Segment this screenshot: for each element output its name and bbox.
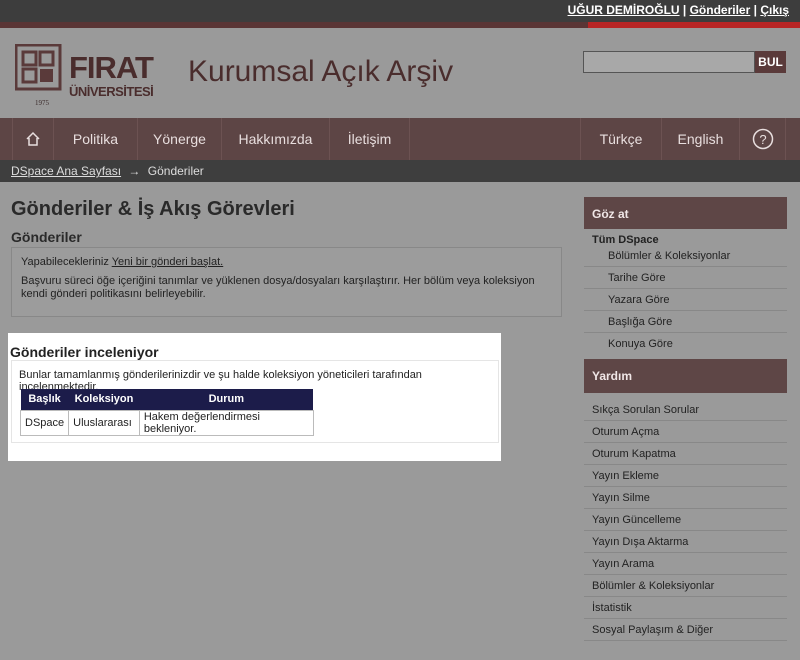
university-logo[interactable]: 1975 FIRAT ÜNİVERSİTESİ <box>14 43 165 107</box>
logout-link[interactable]: Çıkış <box>760 3 789 17</box>
nav-home[interactable] <box>12 118 54 160</box>
table-header-row: Başlık Koleksiyon Durum <box>20 389 314 410</box>
all-dspace-label: Tüm DSpace <box>592 234 659 246</box>
table-row[interactable]: DSpace Uluslararası Hakem değerlendirmes… <box>19 409 314 436</box>
search-input[interactable] <box>583 51 755 73</box>
submissions-link[interactable]: Gönderiler <box>690 3 751 17</box>
svg-text:FIRAT: FIRAT <box>69 50 154 85</box>
column-header-collection: Koleksiyon <box>68 389 140 410</box>
nav-item-iletisim[interactable]: İletişim <box>330 118 410 160</box>
browse-item-author[interactable]: Yazara Göre <box>584 289 787 311</box>
breadcrumb-current: Gönderiler <box>147 164 204 178</box>
svg-text:1975: 1975 <box>35 99 50 106</box>
help-item-add[interactable]: Yayın Ekleme <box>584 465 787 487</box>
browse-heading: Göz at <box>584 197 787 229</box>
separator: | <box>679 3 690 17</box>
cell-status: Hakem değerlendirmesi bekleniyor. <box>138 409 314 436</box>
nav-item-hakkimizda[interactable]: Hakkımızda <box>222 118 330 160</box>
browse-item-date[interactable]: Tarihe Göre <box>584 267 787 289</box>
browse-item-subject[interactable]: Konuya Göre <box>584 333 787 355</box>
help-icon: ? <box>752 128 773 150</box>
user-name-link[interactable]: UĞUR DEMİROĞLU <box>568 3 680 17</box>
review-table: Başlık Koleksiyon Durum DSpace Uluslarar… <box>19 389 314 436</box>
breadcrumb-home-link[interactable]: DSpace Ana Sayfası <box>11 164 121 178</box>
column-header-title: Başlık <box>20 389 69 410</box>
help-item-social[interactable]: Sosyal Paylaşım & Diğer <box>584 619 787 641</box>
submissions-box: Yapabilecekleriniz Yeni bir gönderi başl… <box>11 247 562 317</box>
help-item-faq[interactable]: Sıkça Sorulan Sorular <box>584 399 787 421</box>
separator: | <box>750 3 761 17</box>
help-item-update[interactable]: Yayın Güncelleme <box>584 509 787 531</box>
logo-mark-icon: 1975 FIRAT ÜNİVERSİTESİ <box>14 43 155 107</box>
cell-title[interactable]: DSpace <box>19 409 70 436</box>
help-item-communities[interactable]: Bölümler & Koleksiyonlar <box>584 575 787 597</box>
help-heading: Yardım <box>584 359 787 393</box>
lang-english[interactable]: English <box>662 118 740 160</box>
options-line: Yapabilecekleriniz Yeni bir gönderi başl… <box>21 256 552 269</box>
breadcrumb: DSpace Ana Sayfası → Gönderiler <box>0 160 800 182</box>
review-heading: Gönderiler inceleniyor <box>10 344 159 360</box>
svg-text:?: ? <box>759 132 766 147</box>
sidebar: Göz at Tüm DSpace Bölümler & Koleksiyonl… <box>584 197 787 649</box>
browse-item-title[interactable]: Başlığa Göre <box>584 311 787 333</box>
user-links: UĞUR DEMİROĞLU | Gönderiler | Çıkış <box>568 3 789 17</box>
column-header-status: Durum <box>139 389 314 410</box>
nav-item-yonerge[interactable]: Yönerge <box>138 118 222 160</box>
site-title: Kurumsal Açık Arşiv <box>188 55 454 88</box>
submission-description: Başvuru süreci öğe içeriğini tanımlar ve… <box>21 275 535 300</box>
help-item-login[interactable]: Oturum Açma <box>584 421 787 443</box>
help-item-delete[interactable]: Yayın Silme <box>584 487 787 509</box>
new-submission-link[interactable]: Yeni bir gönderi başlat. <box>112 256 224 268</box>
help-item-statistics[interactable]: İstatistik <box>584 597 787 619</box>
search-button[interactable]: BUL <box>755 51 786 73</box>
help-item-export[interactable]: Yayın Dışa Aktarma <box>584 531 787 553</box>
lang-turkish[interactable]: Türkçe <box>580 118 662 160</box>
svg-text:ÜNİVERSİTESİ: ÜNİVERSİTESİ <box>69 84 153 99</box>
review-panel: Gönderiler inceleniyor Bunlar tamamlanmı… <box>8 333 501 461</box>
options-prefix: Yapabilecekleriniz <box>21 256 112 268</box>
help-item-logout[interactable]: Oturum Kapatma <box>584 443 787 465</box>
user-bar: UĞUR DEMİROĞLU | Gönderiler | Çıkış <box>0 0 800 22</box>
help-item-search[interactable]: Yayın Arama <box>584 553 787 575</box>
submissions-heading: Gönderiler <box>11 229 82 245</box>
cell-collection: Uluslararası <box>68 409 140 436</box>
site-header: 1975 FIRAT ÜNİVERSİTESİ Kurumsal Açık Ar… <box>0 28 800 118</box>
home-icon <box>26 131 40 146</box>
browse-item-communities[interactable]: Bölümler & Koleksiyonlar <box>584 245 787 267</box>
page-title: Gönderiler & İş Akış Görevleri <box>11 198 295 220</box>
main-nav: Politika Yönerge Hakkımızda İletişim Tür… <box>0 118 800 160</box>
help-button[interactable]: ? <box>740 118 786 160</box>
breadcrumb-arrow: → <box>128 164 141 178</box>
nav-item-politika[interactable]: Politika <box>54 118 138 160</box>
